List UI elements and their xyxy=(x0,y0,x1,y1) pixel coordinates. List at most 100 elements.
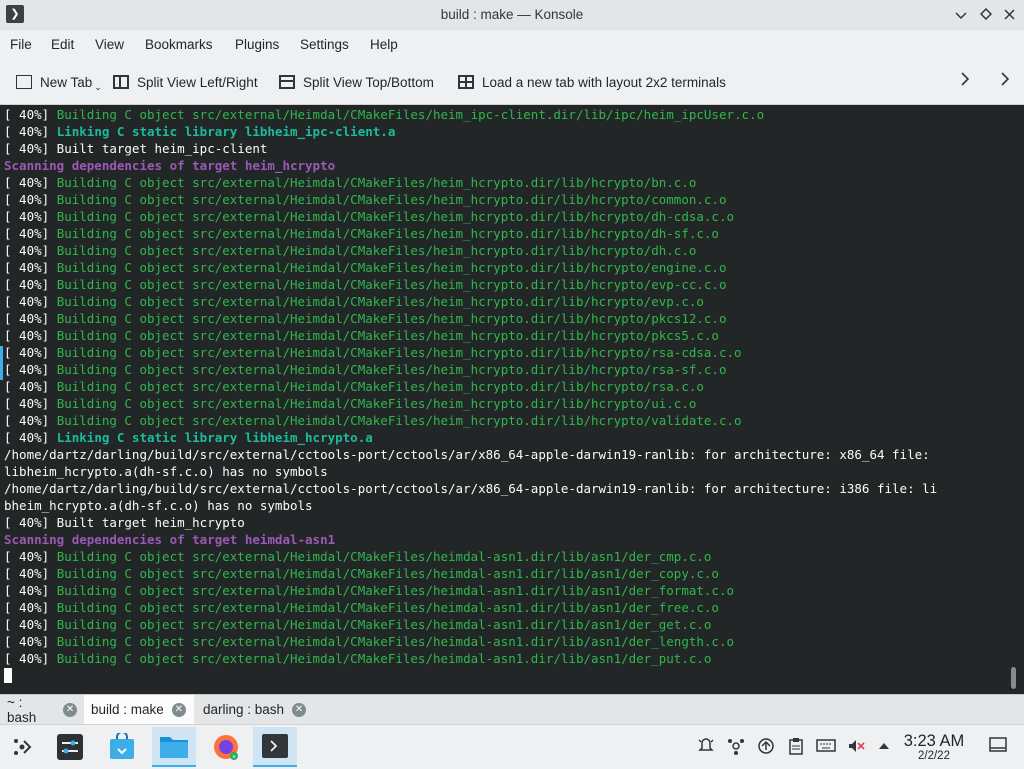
terminal-line: Scanning dependencies of target heim_hcr… xyxy=(4,157,937,174)
terminal-line: [ 40%] Building C object src/external/He… xyxy=(4,327,937,344)
line-text: Building C object src/external/Heimdal/C… xyxy=(56,260,727,275)
progress-prefix: [ 40%] xyxy=(4,651,57,666)
show-desktop-icon[interactable] xyxy=(988,737,1008,757)
line-text: Building C object src/external/Heimdal/C… xyxy=(56,583,734,598)
terminal-line: [ 40%] Building C object src/external/He… xyxy=(4,208,937,225)
menu-bookmarks[interactable]: Bookmarks xyxy=(145,37,213,52)
firefox-icon[interactable]: + xyxy=(204,727,248,767)
line-text: Building C object src/external/Heimdal/C… xyxy=(56,379,704,394)
application-launcher-icon[interactable] xyxy=(0,727,44,767)
terminal-line: libheim_hcrypto.a(dh-sf.c.o) has no symb… xyxy=(4,463,937,480)
session-tab-bar: ~ : bash ✕ build : make ✕ darling : bash… xyxy=(0,694,1024,725)
toolbar: New Tab ⌄ Split View Left/Right Split Vi… xyxy=(0,58,1024,105)
split-tb-label: Split View Top/Bottom xyxy=(303,74,434,90)
kde-connect-icon[interactable] xyxy=(726,737,746,757)
line-text: Building C object src/external/Heimdal/C… xyxy=(56,566,719,581)
progress-prefix: [ 40%] xyxy=(4,311,57,326)
progress-prefix: [ 40%] xyxy=(4,345,57,360)
terminal-view[interactable]: [ 40%] Building C object src/external/He… xyxy=(0,105,1024,694)
progress-prefix: [ 40%] xyxy=(4,600,57,615)
split-top-bottom-icon xyxy=(279,75,295,89)
layout-2x2-button[interactable]: Load a new tab with layout 2x2 terminals xyxy=(458,72,726,92)
line-text: Building C object src/external/Heimdal/C… xyxy=(56,600,719,615)
menu-plugins[interactable]: Plugins xyxy=(235,37,279,52)
discover-store-icon[interactable] xyxy=(100,727,144,767)
line-text: /home/dartz/darling/build/src/external/c… xyxy=(4,481,938,496)
menu-view[interactable]: View xyxy=(95,37,124,52)
line-text: bheim_hcrypto.a(dh-sf.c.o) has no symbol… xyxy=(4,498,313,513)
terminal-line: [ 40%] Building C object src/external/He… xyxy=(4,616,937,633)
updates-icon[interactable] xyxy=(756,737,776,757)
terminal-line: [ 40%] Building C object src/external/He… xyxy=(4,565,937,582)
system-settings-icon[interactable] xyxy=(48,727,92,767)
file-manager-icon[interactable] xyxy=(152,727,196,767)
progress-prefix: [ 40%] xyxy=(4,107,57,122)
dropdown-arrow-icon: ⌄ xyxy=(94,81,102,92)
terminal-line: [ 40%] Building C object src/external/He… xyxy=(4,395,937,412)
line-text: libheim_hcrypto.a(dh-sf.c.o) has no symb… xyxy=(4,464,328,479)
tab-build-make[interactable]: build : make ✕ xyxy=(84,695,194,724)
svg-text:+: + xyxy=(232,754,236,761)
line-text: Linking C static library libheim_hcrypto… xyxy=(56,430,373,445)
notifications-icon[interactable] xyxy=(696,737,716,757)
terminal-line: [ 40%] Building C object src/external/He… xyxy=(4,174,937,191)
new-tab-icon xyxy=(16,75,32,89)
split-view-top-bottom-button[interactable]: Split View Top/Bottom xyxy=(279,72,434,92)
line-text: Building C object src/external/Heimdal/C… xyxy=(56,243,697,258)
line-text: Linking C static library libheim_ipc-cli… xyxy=(56,124,396,139)
maximize-diamond-icon[interactable] xyxy=(976,5,996,25)
close-icon[interactable]: ✕ xyxy=(292,702,307,717)
terminal-line: [ 40%] Building C object src/external/He… xyxy=(4,548,937,565)
terminal-line: /home/dartz/darling/build/src/external/c… xyxy=(4,446,937,463)
terminal-line: [ 40%] Building C object src/external/He… xyxy=(4,599,937,616)
terminal-line: [ 40%] Building C object src/external/He… xyxy=(4,259,937,276)
close-icon[interactable]: ✕ xyxy=(171,702,186,717)
terminal-line: bheim_hcrypto.a(dh-sf.c.o) has no symbol… xyxy=(4,497,937,514)
menu-help[interactable]: Help xyxy=(370,37,398,52)
toolbar-overflow-chevron-icon[interactable] xyxy=(1000,70,1010,93)
progress-prefix: [ 40%] xyxy=(4,617,57,632)
digital-clock[interactable]: 3:23 AM 2/2/22 xyxy=(896,732,972,762)
close-icon[interactable]: ✕ xyxy=(63,702,77,717)
tab-label: ~ : bash xyxy=(7,694,37,725)
tab-darling-bash[interactable]: darling : bash ✕ xyxy=(196,695,316,724)
progress-prefix: [ 40%] xyxy=(4,260,57,275)
menu-settings[interactable]: Settings xyxy=(300,37,349,52)
progress-prefix: [ 40%] xyxy=(4,277,57,292)
line-text: Building C object src/external/Heimdal/C… xyxy=(56,617,712,632)
tray-expand-icon[interactable] xyxy=(874,737,894,757)
line-text: Building C object src/external/Heimdal/C… xyxy=(56,362,727,377)
close-icon[interactable] xyxy=(999,5,1019,25)
terminal-line: [ 40%] Building C object src/external/He… xyxy=(4,650,937,667)
split-view-left-right-button[interactable]: Split View Left/Right xyxy=(113,72,258,92)
terminal-cursor xyxy=(4,668,12,683)
clock-time: 3:23 AM xyxy=(903,732,965,750)
terminal-line: [ 40%] Building C object src/external/He… xyxy=(4,412,937,429)
menu-file[interactable]: File xyxy=(10,37,32,52)
split-lr-label: Split View Left/Right xyxy=(137,74,258,90)
line-text: Scanning dependencies of target heimdal-… xyxy=(4,532,336,547)
menu-edit[interactable]: Edit xyxy=(51,37,74,52)
progress-prefix: [ 40%] xyxy=(4,192,57,207)
progress-prefix: [ 40%] xyxy=(4,124,57,139)
toolbar-scroll-right-icon[interactable] xyxy=(960,70,970,93)
volume-muted-icon[interactable] xyxy=(846,737,866,757)
grid-layout-icon xyxy=(458,75,474,89)
terminal-line: [ 40%] Built target heim_ipc-client xyxy=(4,140,937,157)
terminal-line: /home/dartz/darling/build/src/external/c… xyxy=(4,480,937,497)
konsole-icon[interactable] xyxy=(253,727,297,767)
terminal-scrollbar[interactable] xyxy=(1011,667,1016,689)
new-tab-button[interactable]: New Tab ⌄ xyxy=(16,72,102,92)
terminal-line: Scanning dependencies of target heimdal-… xyxy=(4,531,937,548)
line-text: /home/dartz/darling/build/src/external/c… xyxy=(4,447,930,462)
line-text: Building C object src/external/Heimdal/C… xyxy=(56,549,712,564)
terminal-line: [ 40%] Linking C static library libheim_… xyxy=(4,429,937,446)
line-text: Building C object src/external/Heimdal/C… xyxy=(56,328,719,343)
tab-home-bash[interactable]: ~ : bash ✕ xyxy=(0,694,84,725)
clipboard-icon[interactable] xyxy=(786,737,806,757)
minimize-chevron-down-icon[interactable] xyxy=(951,5,971,25)
terminal-line: [ 40%] Building C object src/external/He… xyxy=(4,344,937,361)
keyboard-icon[interactable] xyxy=(816,737,836,757)
taskbar: + 3:23 AM 2/2/22 xyxy=(0,724,1024,769)
line-text: Building C object src/external/Heimdal/C… xyxy=(56,396,697,411)
